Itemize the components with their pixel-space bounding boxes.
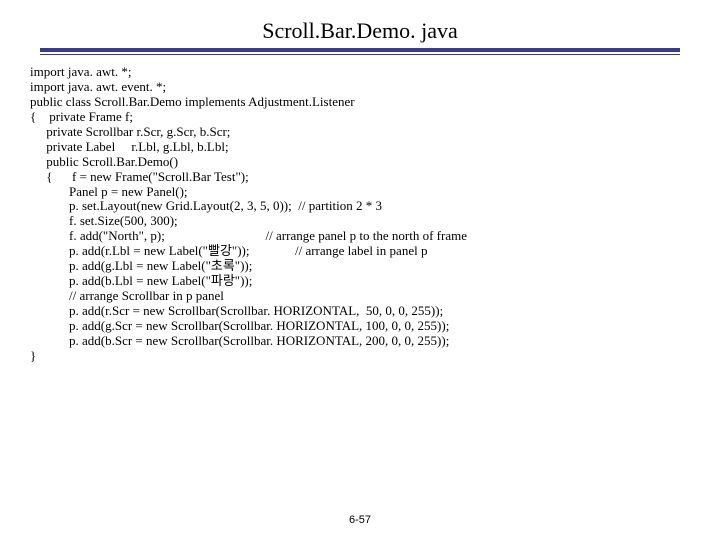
slide-title: Scroll.Bar.Demo. java: [0, 0, 720, 48]
rule-thick: [40, 48, 680, 52]
page-number: 6-57: [0, 514, 720, 526]
code-block: import java. awt. *; import java. awt. e…: [30, 65, 720, 364]
title-rule: [40, 48, 680, 55]
rule-thin: [40, 54, 680, 55]
slide: Scroll.Bar.Demo. java import java. awt. …: [0, 0, 720, 540]
